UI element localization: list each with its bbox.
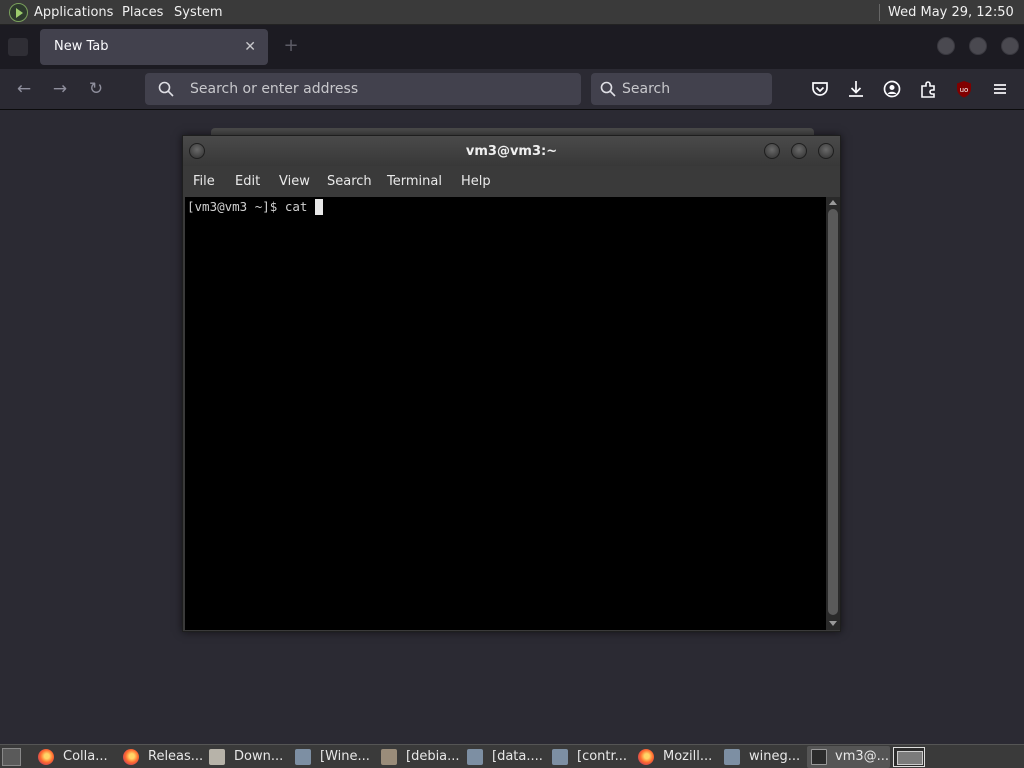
bottom-taskbar: Colla... Releas... Down... [Wine... [deb…	[0, 744, 1024, 768]
app-icon	[552, 749, 568, 765]
system-menu[interactable]: System	[174, 0, 222, 25]
url-bar[interactable]: Search or enter address	[145, 73, 581, 105]
account-icon[interactable]	[880, 77, 904, 101]
taskbar-item-label: Releas...	[148, 749, 204, 764]
search-icon	[158, 81, 174, 97]
menu-icon[interactable]	[988, 77, 1012, 101]
terminal-titlebar[interactable]: vm3@vm3:~	[183, 136, 840, 166]
workspace-switcher[interactable]	[893, 747, 925, 767]
taskbar-item-label: Colla...	[63, 749, 108, 764]
close-tab-icon[interactable]: ✕	[244, 29, 256, 65]
prompt-text: [vm3@vm3 ~]$ cat	[187, 199, 315, 214]
editor-icon	[381, 749, 397, 765]
app-icon	[467, 749, 483, 765]
pocket-icon[interactable]	[808, 77, 832, 101]
taskbar-item-active[interactable]: vm3@...	[807, 746, 890, 768]
taskbar-item-label: wineg...	[749, 749, 801, 764]
taskbar-item[interactable]: [contr...	[552, 746, 634, 768]
download-icon[interactable]	[844, 77, 868, 101]
app-icon	[724, 749, 740, 765]
menu-terminal[interactable]: Terminal	[387, 166, 442, 198]
show-desktop-button[interactable]	[2, 748, 21, 766]
terminal-menubar: File Edit View Search Terminal Help	[183, 166, 840, 196]
menu-search[interactable]: Search	[327, 166, 372, 198]
terminal-icon	[811, 749, 827, 765]
menu-edit[interactable]: Edit	[235, 166, 260, 198]
taskbar-item[interactable]: [data....	[467, 746, 549, 768]
url-placeholder: Search or enter address	[190, 81, 359, 97]
app-icon	[295, 749, 311, 765]
terminal-title: vm3@vm3:~	[465, 144, 558, 159]
firefox-icon	[38, 749, 54, 765]
folder-icon	[209, 749, 225, 765]
firefox-icon	[123, 749, 139, 765]
new-tab-icon[interactable]: +	[281, 36, 301, 56]
taskbar-item-label: [data....	[492, 749, 543, 764]
maximize-button[interactable]	[791, 143, 807, 159]
terminal-window: vm3@vm3:~ File Edit View Search Terminal…	[182, 135, 841, 632]
ublock-icon[interactable]: uo	[952, 77, 976, 101]
reload-icon[interactable]: ↻	[84, 77, 108, 101]
menu-file[interactable]: File	[193, 166, 215, 198]
ublock-badge: uo	[960, 86, 969, 94]
taskbar-item-label: [contr...	[577, 749, 628, 764]
taskbar-item[interactable]: [Wine...	[295, 746, 377, 768]
forward-icon[interactable]: →	[48, 77, 72, 101]
taskbar-item-label: Mozill...	[663, 749, 713, 764]
taskbar-item[interactable]: Mozill...	[638, 746, 720, 768]
terminal-line: [vm3@vm3 ~]$ cat	[187, 199, 323, 215]
tab-new-tab[interactable]: New Tab ✕	[40, 29, 268, 65]
taskbar-item[interactable]: Releas...	[123, 746, 205, 768]
text-cursor	[314, 199, 323, 215]
search-placeholder: Search	[622, 81, 671, 97]
taskbar-item-label: Down...	[234, 749, 284, 764]
gnome-logo-icon[interactable]	[9, 3, 28, 22]
taskbar-item[interactable]: [debia...	[381, 746, 463, 768]
terminal-output[interactable]: [vm3@vm3 ~]$ cat	[185, 197, 826, 630]
panel-clock[interactable]: Wed May 29, 12:50 AM	[888, 0, 1024, 45]
taskbar-item[interactable]: Colla...	[38, 746, 118, 768]
places-menu[interactable]: Places	[122, 0, 163, 25]
panel-separator	[879, 4, 880, 21]
minimize-button[interactable]	[764, 143, 780, 159]
close-button[interactable]	[818, 143, 834, 159]
firefox-icon	[638, 749, 654, 765]
close-window-button[interactable]	[1001, 37, 1019, 55]
scrollbar-thumb[interactable]	[828, 209, 838, 615]
minimize-window-button[interactable]	[937, 37, 955, 55]
search-icon	[600, 81, 616, 97]
menu-help[interactable]: Help	[461, 166, 491, 198]
terminal-scrollbar[interactable]	[826, 197, 840, 630]
taskbar-item-label: vm3@...	[835, 749, 890, 764]
maximize-window-button[interactable]	[969, 37, 987, 55]
top-panel: Applications Places System Wed May 29, 1…	[0, 0, 1024, 45]
search-bar[interactable]: Search	[591, 73, 772, 105]
menu-view[interactable]: View	[279, 166, 310, 198]
browser-nav-bar: ← → ↻ Search or enter address Search uo	[0, 69, 1024, 110]
tab-title: New Tab	[54, 39, 109, 54]
firefox-view-button[interactable]	[8, 38, 28, 56]
scroll-up-arrow-icon[interactable]	[829, 200, 837, 205]
extensions-icon[interactable]	[916, 77, 940, 101]
taskbar-item[interactable]: Down...	[209, 746, 291, 768]
browser-tab-bar: New Tab ✕ +	[0, 25, 1024, 69]
taskbar-item-label: [Wine...	[320, 749, 370, 764]
taskbar-item[interactable]: wineg...	[724, 746, 804, 768]
window-menu-button[interactable]	[189, 143, 205, 159]
applications-menu[interactable]: Applications	[34, 0, 113, 25]
back-icon[interactable]: ←	[12, 77, 36, 101]
taskbar-item-label: [debia...	[406, 749, 460, 764]
scroll-down-arrow-icon[interactable]	[829, 621, 837, 626]
